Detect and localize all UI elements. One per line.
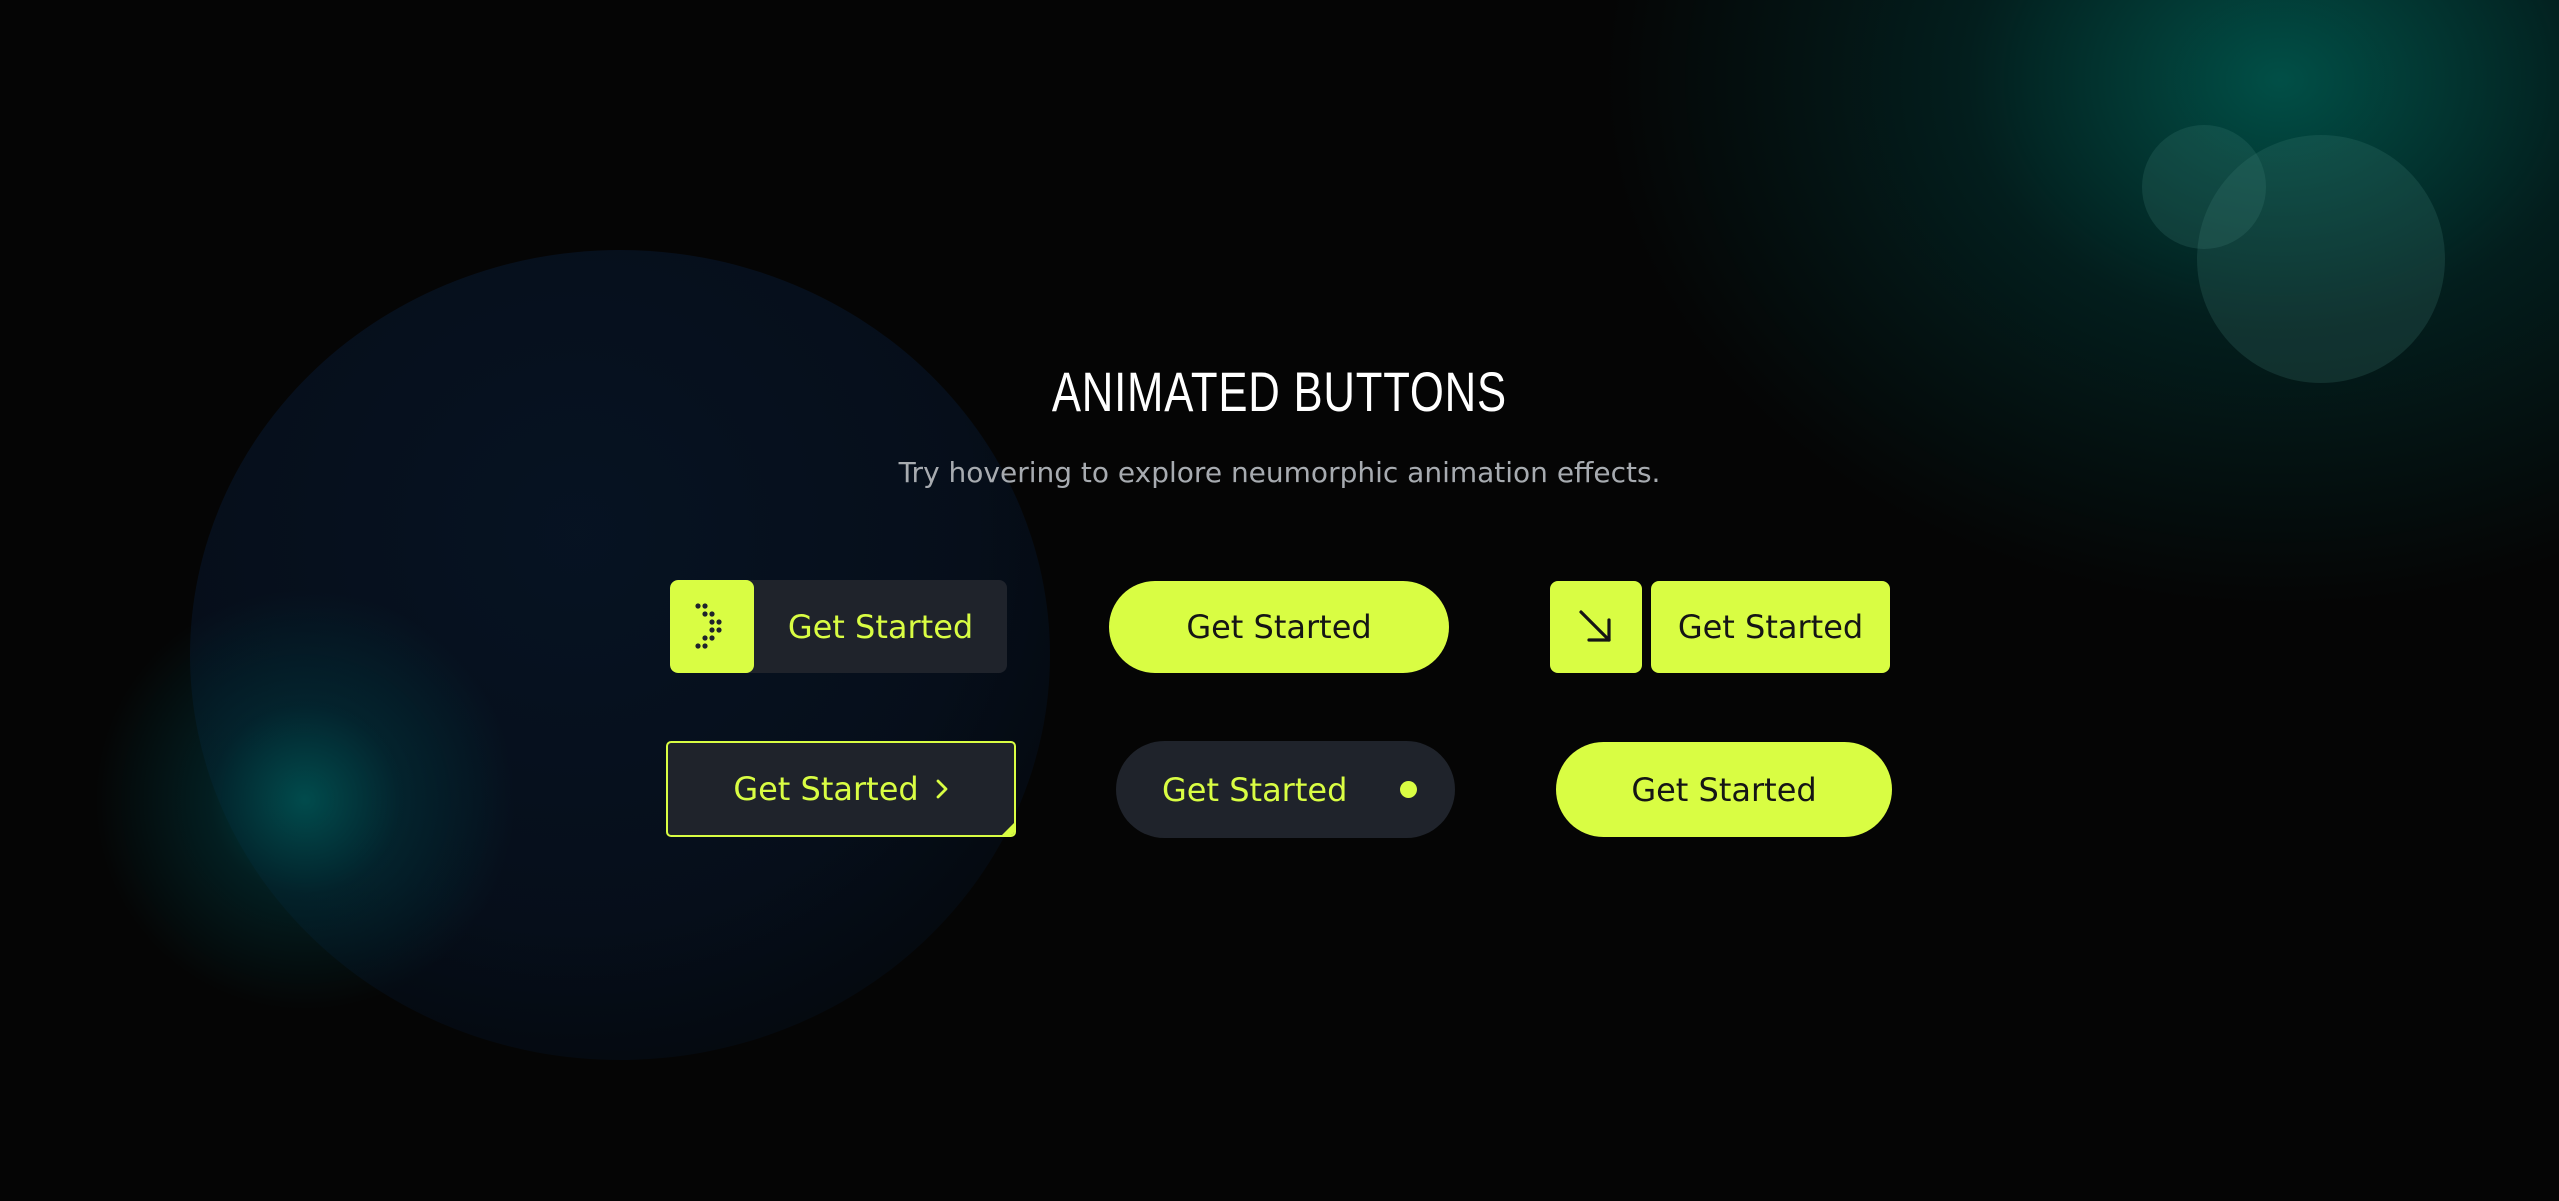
get-started-button-arrow[interactable]: Get Started bbox=[1651, 581, 1890, 673]
button-label: Get Started bbox=[733, 770, 919, 808]
get-started-button-pill-alt[interactable]: Get Started bbox=[1556, 742, 1892, 837]
arrow-down-right-button[interactable] bbox=[1550, 581, 1642, 673]
chevron-right-icon bbox=[935, 777, 949, 801]
get-started-button-pill[interactable]: Get Started bbox=[1109, 581, 1449, 673]
button-label: Get Started bbox=[1186, 608, 1372, 646]
get-started-button-dotted-arrow[interactable]: Get Started bbox=[670, 580, 1007, 673]
button-label: Get Started bbox=[1162, 770, 1348, 809]
dot-icon bbox=[1400, 781, 1417, 798]
get-started-button-dot[interactable]: Get Started bbox=[1116, 741, 1455, 838]
corner-accent bbox=[1000, 821, 1014, 835]
dotted-arrow-icon bbox=[670, 580, 754, 673]
get-started-button-outlined[interactable]: Get Started bbox=[666, 741, 1016, 837]
button-label: Get Started bbox=[787, 607, 974, 646]
arrow-down-right-icon bbox=[1579, 610, 1611, 642]
button-label: Get Started bbox=[1677, 608, 1864, 646]
page-title: ANIMATED BUTTONS bbox=[1051, 360, 1507, 423]
button-label: Get Started bbox=[1631, 770, 1817, 809]
page-subtitle: Try hovering to explore neumorphic anima… bbox=[898, 456, 1661, 489]
decorative-circle-large bbox=[2197, 135, 2445, 383]
